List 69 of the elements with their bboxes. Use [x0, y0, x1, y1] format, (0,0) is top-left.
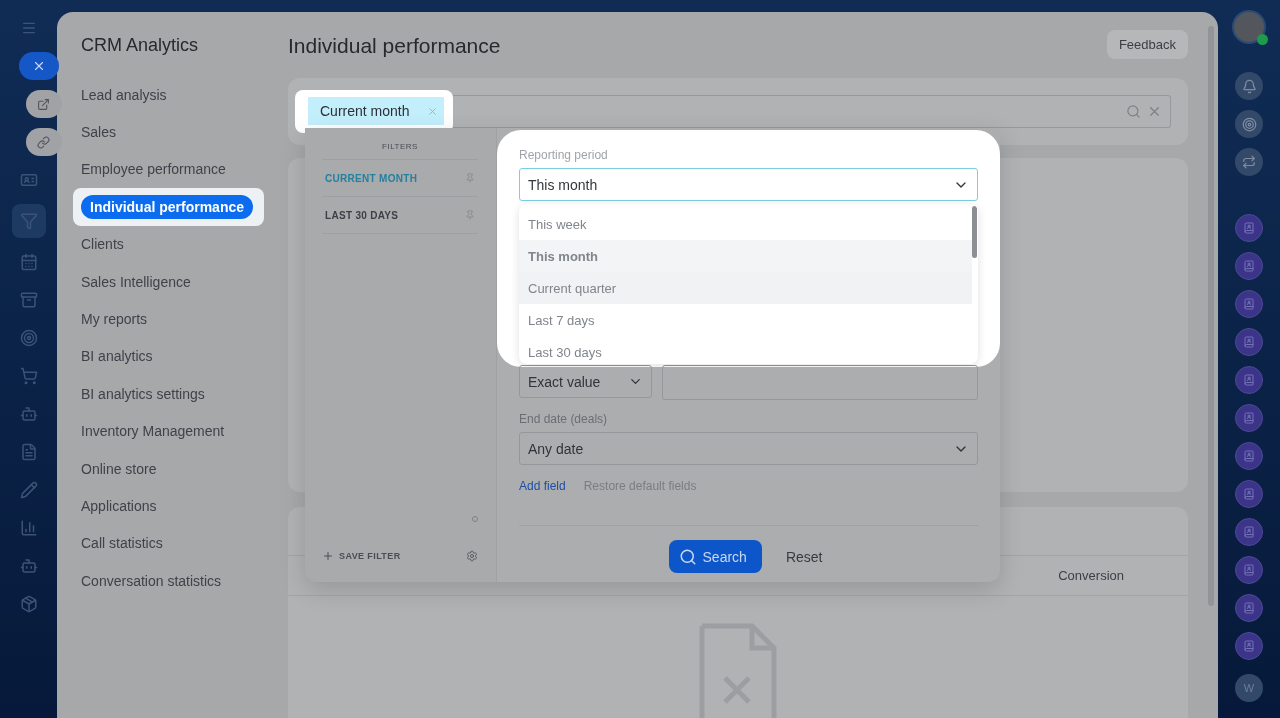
close-button[interactable] [18, 52, 59, 80]
copy-link-button[interactable] [25, 128, 62, 156]
nav-item[interactable]: BI analytics [81, 348, 153, 365]
nav-item[interactable]: Sales [81, 124, 117, 141]
chat-icon[interactable] [1235, 148, 1263, 176]
pin-icon [465, 173, 475, 183]
nav-item[interactable]: Online store [81, 460, 157, 477]
nav-item[interactable]: Call statistics [81, 535, 163, 552]
field-label: End date (deals) [519, 412, 609, 426]
add-field-link[interactable]: Add field [519, 479, 566, 493]
filter-icon[interactable] [11, 204, 46, 238]
link-icon [37, 135, 50, 149]
nav-item[interactable]: Inventory Management [81, 423, 225, 440]
avatar[interactable] [1232, 10, 1266, 44]
status-dot [1257, 34, 1268, 45]
contact-icon[interactable] [1235, 632, 1263, 660]
nav-item[interactable]: Conversation statistics [81, 572, 222, 589]
field-label: Reporting period [519, 148, 609, 162]
value-input[interactable] [662, 365, 978, 400]
contact-icon[interactable] [1235, 328, 1263, 356]
contact-icon[interactable] [1235, 214, 1263, 242]
search-button[interactable]: Search [668, 540, 762, 573]
filters-heading: FILTERS [381, 142, 419, 151]
column-header[interactable]: Conversion [1058, 568, 1124, 583]
nav-item[interactable]: Clients [81, 236, 124, 253]
nav-item[interactable]: Sales Intelligence [81, 273, 191, 290]
mode-select[interactable]: Exact value [519, 365, 652, 398]
remove-icon [427, 105, 439, 117]
contact-icon[interactable] [1235, 480, 1263, 508]
nav-item[interactable]: Individual performance [81, 194, 254, 219]
dropdown-option[interactable]: Last 7 days [519, 304, 972, 336]
search-icon [1126, 103, 1141, 119]
contact-icon[interactable] [1235, 518, 1263, 546]
contact-icon[interactable] [1235, 594, 1263, 622]
pin-icon [465, 210, 475, 220]
nav-item[interactable]: Applications [81, 498, 157, 514]
nav-item[interactable]: My reports [81, 311, 148, 328]
period-select[interactable]: This month [519, 168, 978, 201]
contact-icon[interactable] [1235, 252, 1263, 280]
nav-item[interactable]: BI analytics settings [81, 385, 205, 402]
bell-icon[interactable] [1235, 72, 1263, 100]
date-select[interactable]: Any date [519, 432, 978, 465]
panel-title: CRM Analytics [81, 34, 200, 56]
dropdown-option[interactable]: Last 30 days [519, 336, 972, 364]
nav-item[interactable]: Lead analysis [81, 86, 167, 103]
reset-button[interactable]: Reset [779, 547, 829, 566]
target-icon[interactable] [1235, 110, 1263, 138]
contact-icon[interactable] [1235, 556, 1263, 584]
dropdown-option[interactable]: This week [519, 208, 972, 240]
filter-chip[interactable]: Current month [308, 97, 445, 126]
dropdown-option[interactable]: This month [519, 240, 972, 272]
contact-icon[interactable] [1235, 366, 1263, 394]
preset-filter[interactable]: LAST 30 DAYS [322, 196, 478, 233]
workspace-badge[interactable]: W [1235, 674, 1263, 702]
search-icon [678, 547, 697, 566]
dropdown-option[interactable]: Current quarter [519, 272, 972, 304]
feedback-button[interactable]: Feedback [1106, 30, 1188, 60]
scrollbar[interactable] [972, 206, 977, 258]
open-in-new-tab-button[interactable] [25, 90, 62, 118]
save-filter-link[interactable]: SAVE FILTER [322, 550, 401, 562]
contact-icon[interactable] [1235, 442, 1263, 470]
external-link-icon [37, 97, 50, 111]
plus-icon [322, 550, 334, 562]
contact-icon[interactable] [1235, 404, 1263, 432]
nav-item[interactable]: Employee performance [81, 161, 226, 178]
contact-icon[interactable] [1235, 290, 1263, 318]
search-field[interactable] [453, 94, 1171, 128]
settings-icon[interactable] [466, 550, 478, 562]
page-title: Individual performance [288, 33, 501, 58]
